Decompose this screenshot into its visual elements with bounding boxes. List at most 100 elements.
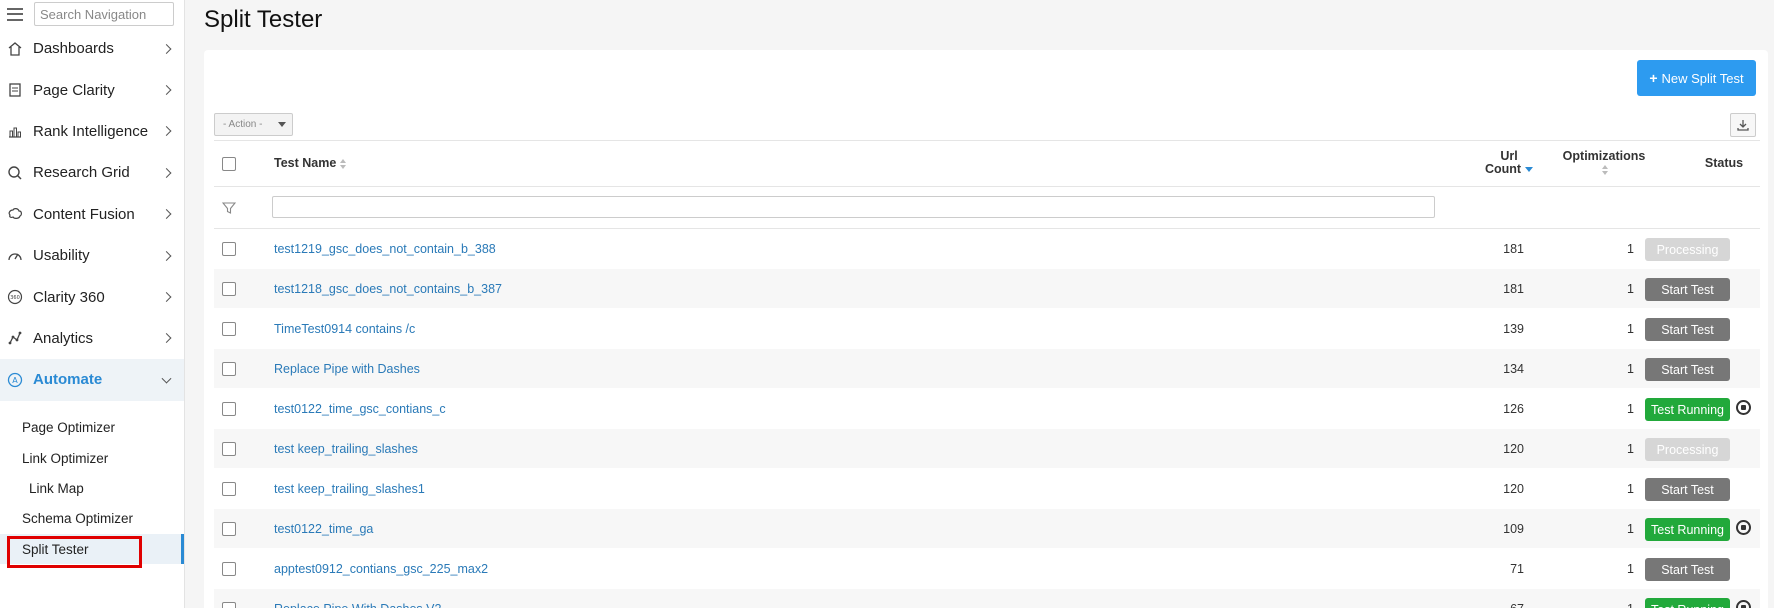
automate-icon: A — [7, 372, 23, 388]
nav-item-dashboards[interactable]: Dashboards — [0, 28, 184, 69]
nav-item-clarity-360[interactable]: 360 Clarity 360 — [0, 276, 184, 317]
nav-item-research-grid[interactable]: Research Grid — [0, 152, 184, 193]
nav-item-usability[interactable]: Usability — [0, 235, 184, 276]
status-button[interactable]: Start Test — [1645, 318, 1730, 341]
sort-icon — [1602, 164, 1610, 175]
row-checkbox[interactable] — [222, 482, 236, 496]
url-count-cell: 139 — [1503, 322, 1524, 336]
row-checkbox[interactable] — [222, 442, 236, 456]
status-button[interactable]: Test Running — [1645, 598, 1730, 608]
table-row: Replace Pipe with Dashes 134 1 Start Test — [214, 349, 1760, 389]
status-button[interactable]: Processing — [1645, 438, 1730, 461]
stop-icon[interactable] — [1736, 520, 1751, 535]
test-name-link[interactable]: test0122_time_ga — [274, 522, 373, 536]
sidebar-top — [0, 0, 184, 28]
status-button[interactable]: Processing — [1645, 238, 1730, 261]
test-name-link[interactable]: test1219_gsc_does_not_contain_b_388 — [274, 242, 496, 256]
new-split-test-label: New Split Test — [1661, 70, 1744, 86]
test-name-link[interactable]: test0122_time_gsc_contians_c — [274, 402, 446, 416]
optimizations-cell: 1 — [1627, 322, 1634, 336]
sidebar: Dashboards Page Clarity Rank Intelligenc… — [0, 0, 185, 608]
header-optimizations[interactable]: Optimizations — [1544, 150, 1664, 176]
optimizations-cell: 1 — [1627, 362, 1634, 376]
row-checkbox[interactable] — [222, 242, 236, 256]
optimizations-cell: 1 — [1627, 442, 1634, 456]
chevron-right-icon — [161, 43, 172, 54]
search-icon — [7, 165, 23, 181]
header-label: Optimizations — [1562, 149, 1646, 163]
nav-label: Automate — [33, 371, 103, 389]
status-button[interactable]: Start Test — [1645, 278, 1730, 301]
nav-item-analytics[interactable]: Analytics — [0, 318, 184, 359]
chevron-right-icon — [161, 126, 172, 137]
status-button[interactable]: Start Test — [1645, 358, 1730, 381]
test-name-link[interactable]: test keep_trailing_slashes1 — [274, 482, 425, 496]
header-url-count[interactable]: Url Count — [1479, 150, 1539, 176]
menu-icon[interactable] — [7, 7, 23, 21]
test-name-link[interactable]: test1218_gsc_does_not_contains_b_387 — [274, 282, 502, 296]
download-button[interactable] — [1730, 113, 1756, 137]
sub-item-page-optimizer[interactable]: Page Optimizer — [0, 413, 184, 443]
test-name-link[interactable]: Replace Pipe With Dashes V2 — [274, 602, 441, 608]
sort-desc-icon — [1525, 167, 1534, 173]
test-name-link[interactable]: Replace Pipe with Dashes — [274, 362, 420, 376]
nav-label: Research Grid — [33, 164, 130, 182]
test-name-link[interactable]: test keep_trailing_slashes — [274, 442, 418, 456]
url-count-cell: 134 — [1503, 362, 1524, 376]
clarity-360-icon: 360 — [7, 289, 23, 305]
stop-icon[interactable] — [1736, 400, 1751, 415]
filter-row — [214, 187, 1760, 229]
action-select-value: - Action - — [223, 119, 263, 130]
nav-item-page-clarity[interactable]: Page Clarity — [0, 69, 184, 110]
page-title: Split Tester — [204, 6, 323, 33]
sub-item-link-map[interactable]: Link Map — [0, 473, 184, 503]
status-button[interactable]: Test Running — [1645, 398, 1730, 421]
header-test-name[interactable]: Test Name — [274, 156, 348, 170]
row-checkbox[interactable] — [222, 282, 236, 296]
test-name-link[interactable]: apptest0912_contians_gsc_225_max2 — [274, 562, 488, 576]
nav-label: Content Fusion — [33, 205, 135, 223]
table-row: TimeTest0914 contains /c 139 1 Start Test — [214, 309, 1760, 349]
chevron-right-icon — [161, 209, 172, 220]
row-checkbox[interactable] — [222, 402, 236, 416]
optimizations-cell: 1 — [1627, 282, 1634, 296]
table-row: test1218_gsc_does_not_contains_b_387 181 1… — [214, 269, 1760, 309]
table-row: test0122_time_ga 109 1 Test Running — [214, 509, 1760, 549]
nav-item-automate[interactable]: A Automate — [0, 359, 184, 401]
row-checkbox[interactable] — [222, 362, 236, 376]
test-name-filter-input[interactable] — [272, 196, 1435, 218]
url-count-cell: 126 — [1503, 402, 1524, 416]
sub-item-split-tester[interactable]: Split Tester — [0, 534, 184, 565]
nav-label: Dashboards — [33, 40, 114, 58]
plus-icon: + — [1649, 70, 1658, 86]
nav-item-content-fusion[interactable]: Content Fusion — [0, 194, 184, 235]
action-select[interactable]: - Action - — [214, 113, 293, 136]
nav-label: Clarity 360 — [33, 288, 105, 306]
test-name-link[interactable]: TimeTest0914 contains /c — [274, 322, 415, 336]
analytics-icon — [7, 330, 23, 346]
svg-text:A: A — [12, 376, 18, 385]
select-all-checkbox[interactable] — [222, 157, 236, 171]
stop-icon[interactable] — [1736, 600, 1751, 608]
speedometer-icon — [7, 248, 23, 264]
chevron-right-icon — [161, 333, 172, 344]
row-checkbox[interactable] — [222, 602, 236, 608]
header-label: Test Name — [274, 156, 337, 170]
status-button[interactable]: Test Running — [1645, 518, 1730, 541]
status-button[interactable]: Start Test — [1645, 478, 1730, 501]
row-checkbox[interactable] — [222, 322, 236, 336]
row-checkbox[interactable] — [222, 562, 236, 576]
new-split-test-button[interactable]: + New Split Test — [1637, 60, 1756, 96]
header-label: Url — [1500, 149, 1518, 163]
sub-item-schema-optimizer[interactable]: Schema Optimizer — [0, 504, 184, 534]
table-row: test keep_trailing_slashes1 120 1 Start Tes… — [214, 469, 1760, 509]
search-navigation-input[interactable] — [34, 2, 174, 26]
optimizations-cell: 1 — [1627, 562, 1634, 576]
header-status: Status — [1704, 156, 1744, 170]
row-checkbox[interactable] — [222, 522, 236, 536]
status-button[interactable]: Start Test — [1645, 558, 1730, 581]
sub-item-link-optimizer[interactable]: Link Optimizer — [0, 443, 184, 473]
url-count-cell: 181 — [1503, 242, 1524, 256]
brain-icon — [7, 206, 23, 222]
nav-item-rank-intelligence[interactable]: Rank Intelligence — [0, 111, 184, 152]
